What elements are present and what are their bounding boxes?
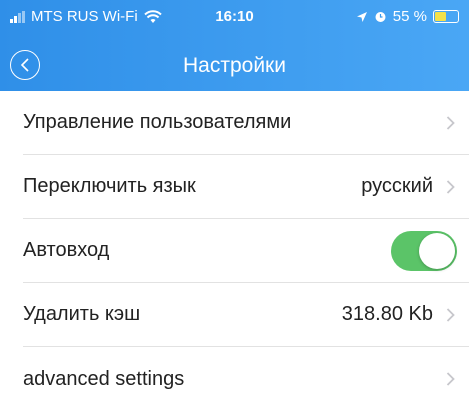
settings-list: Управление пользователями Переключить яз…	[0, 91, 469, 411]
chevron-right-icon	[443, 115, 457, 130]
settings-row-label: Управление пользователями	[23, 111, 292, 133]
settings-row-autologin: Автовход	[23, 219, 469, 283]
app-header: MTS RUS Wi-Fi 16:10 55 % Настройки	[0, 0, 469, 91]
chevron-right-icon	[443, 372, 457, 386]
settings-row-label: advanced settings	[23, 367, 185, 390]
autologin-toggle[interactable]	[391, 230, 457, 271]
language-value: русский	[361, 175, 433, 197]
chevron-right-icon	[443, 179, 457, 194]
battery-percent: 55 %	[392, 8, 427, 25]
chevron-right-icon	[443, 307, 457, 322]
settings-row-user-management[interactable]: Управление пользователями	[23, 91, 469, 155]
settings-row-label: Автовход	[23, 239, 110, 261]
alarm-icon	[375, 12, 386, 22]
battery-fill	[435, 12, 446, 21]
page-title: Настройки	[183, 54, 286, 77]
status-right: 55 %	[356, 8, 459, 25]
location-icon	[356, 11, 367, 22]
settings-row-label: Удалить кэш	[23, 303, 141, 325]
settings-row-advanced[interactable]: advanced settings	[23, 347, 469, 411]
settings-row-clear-cache[interactable]: Удалить кэш 318.80 Kb	[23, 283, 469, 347]
battery-icon	[433, 10, 459, 23]
toggle-knob	[419, 232, 455, 269]
settings-row-label: Переключить язык	[23, 175, 196, 197]
status-bar: MTS RUS Wi-Fi 16:10 55 %	[0, 0, 469, 34]
settings-row-language[interactable]: Переключить язык русский	[23, 155, 469, 219]
cache-size-value: 318.80 Kb	[341, 303, 433, 325]
